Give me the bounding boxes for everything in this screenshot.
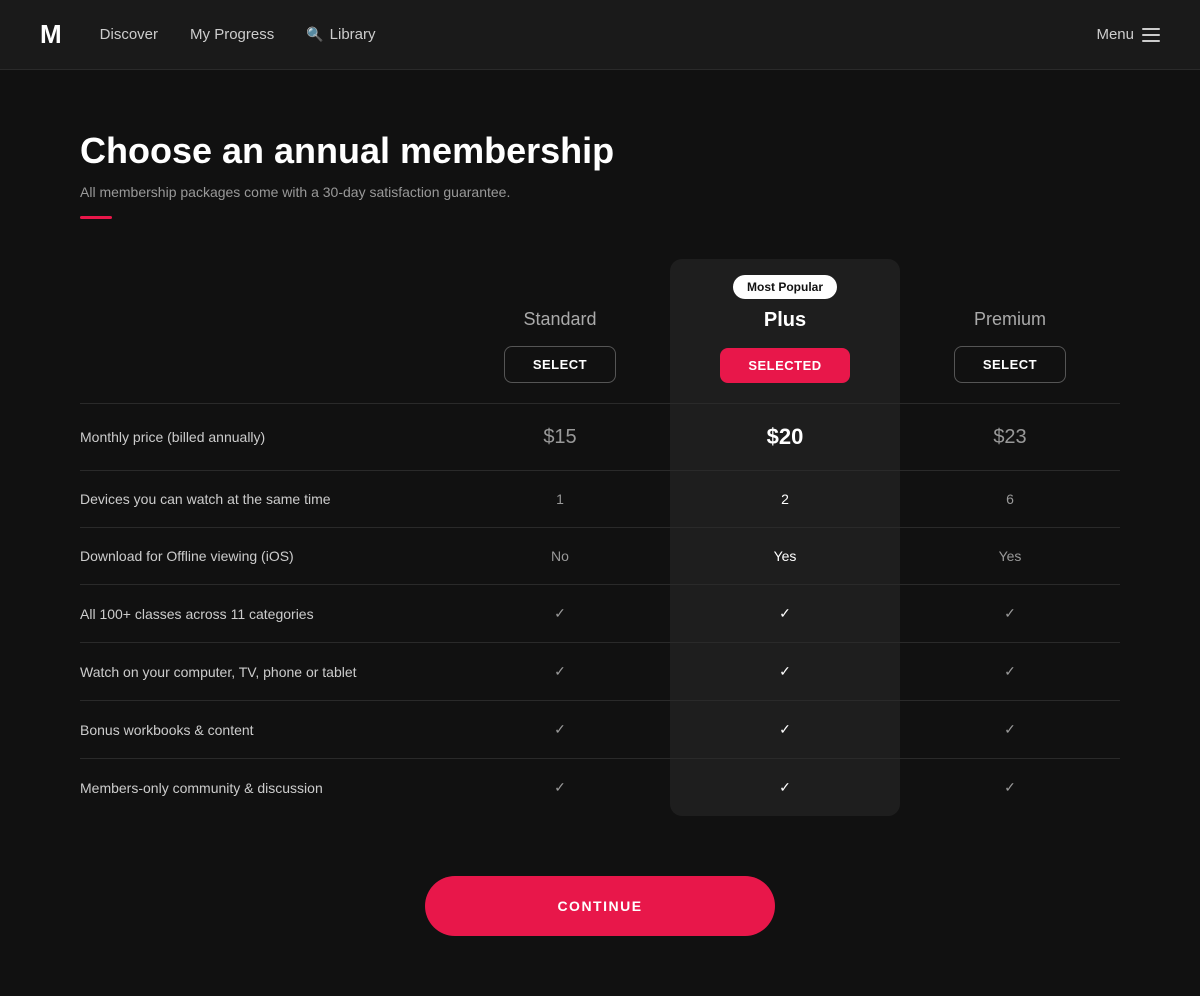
premium-value-6: ✓ — [900, 758, 1120, 816]
continue-button[interactable]: CONTINUE — [425, 876, 775, 936]
feature-label-1: Devices you can watch at the same time — [80, 470, 450, 527]
plus-value-2: Yes — [670, 527, 900, 584]
plus-header: Most Popular Plus SELECTED — [670, 259, 900, 403]
standard-value-3: ✓ — [450, 584, 670, 642]
plan-header-row: Standard SELECT Most Popular Plus SELECT… — [80, 259, 1120, 403]
page-title: Choose an annual membership — [80, 130, 1120, 172]
plus-value-6: ✓ — [670, 758, 900, 816]
feature-label-6: Members-only community & discussion — [80, 758, 450, 816]
plus-value-1: 2 — [670, 470, 900, 527]
standard-value-2: No — [450, 527, 670, 584]
menu-button[interactable]: Menu — [1096, 26, 1160, 43]
premium-value-5: ✓ — [900, 700, 1120, 758]
page-header: Choose an annual membership All membersh… — [80, 130, 1120, 219]
standard-value-0: $15 — [450, 403, 670, 470]
menu-label: Menu — [1096, 26, 1134, 43]
continue-section: CONTINUE — [80, 876, 1120, 936]
premium-value-2: Yes — [900, 527, 1120, 584]
nav-discover[interactable]: Discover — [100, 26, 158, 43]
premium-value-4: ✓ — [900, 642, 1120, 700]
premium-value-1: 6 — [900, 470, 1120, 527]
page-subtitle: All membership packages come with a 30-d… — [80, 184, 1120, 200]
nav-my-progress[interactable]: My Progress — [190, 26, 274, 43]
nav-links: Discover My Progress 🔍 Library — [100, 26, 1097, 43]
nav-library[interactable]: 🔍 Library — [306, 26, 375, 43]
plus-value-3: ✓ — [670, 584, 900, 642]
feature-label-3: All 100+ classes across 11 categories — [80, 584, 450, 642]
standard-value-6: ✓ — [450, 758, 670, 816]
navigation: M Discover My Progress 🔍 Library Menu — [0, 0, 1200, 70]
plus-plan-name: Plus — [670, 309, 900, 332]
hamburger-icon — [1142, 28, 1160, 42]
feature-label-0: Monthly price (billed annually) — [80, 403, 450, 470]
feature-rows: Monthly price (billed annually)$15$20$23… — [80, 403, 1120, 816]
logo[interactable]: M — [40, 19, 60, 50]
standard-value-4: ✓ — [450, 642, 670, 700]
feature-label-5: Bonus workbooks & content — [80, 700, 450, 758]
plus-value-5: ✓ — [670, 700, 900, 758]
plus-selected-button[interactable]: SELECTED — [720, 348, 849, 383]
plus-value-0: $20 — [670, 403, 900, 470]
feature-label-2: Download for Offline viewing (iOS) — [80, 527, 450, 584]
standard-value-5: ✓ — [450, 700, 670, 758]
premium-header: Premium SELECT — [900, 289, 1120, 403]
standard-header: Standard SELECT — [450, 289, 670, 403]
pricing-table: Standard SELECT Most Popular Plus SELECT… — [80, 259, 1120, 816]
plus-value-4: ✓ — [670, 642, 900, 700]
premium-value-3: ✓ — [900, 584, 1120, 642]
standard-select-button[interactable]: SELECT — [504, 346, 616, 383]
main-content: Choose an annual membership All membersh… — [0, 70, 1200, 996]
premium-value-0: $23 — [900, 403, 1120, 470]
red-divider — [80, 216, 112, 219]
standard-value-1: 1 — [450, 470, 670, 527]
premium-select-button[interactable]: SELECT — [954, 346, 1066, 383]
most-popular-badge: Most Popular — [733, 275, 837, 299]
premium-plan-name: Premium — [900, 309, 1120, 330]
standard-plan-name: Standard — [450, 309, 670, 330]
search-icon: 🔍 — [306, 26, 323, 43]
feature-label-4: Watch on your computer, TV, phone or tab… — [80, 642, 450, 700]
